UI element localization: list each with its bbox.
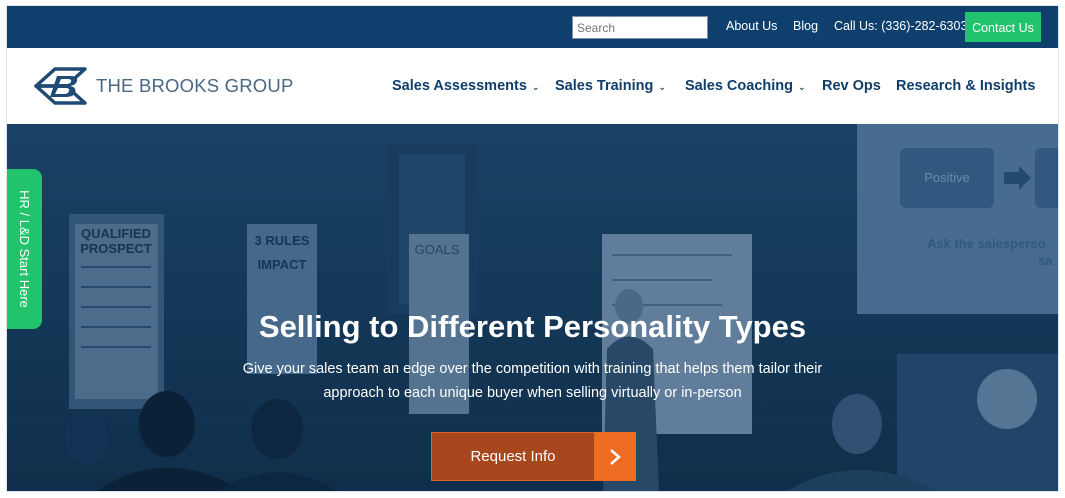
nav-sales-assessments[interactable]: Sales Assessments ⌄ [392, 77, 539, 95]
nav-sales-training[interactable]: Sales Training ⌄ [555, 77, 666, 95]
top-utility-bar: About Us Blog Call Us: (336)-282-6303 Co… [7, 6, 1058, 48]
nav-rev-ops[interactable]: Rev Ops [822, 77, 881, 95]
search-input[interactable] [571, 15, 709, 40]
nav-label: Rev Ops [822, 78, 881, 94]
nav-label: Sales Assessments [392, 78, 527, 94]
nav-label: Sales Coaching [685, 78, 793, 94]
main-navigation: THE BROOKS GROUP Sales Assessments ⌄ Sal… [7, 48, 1058, 124]
hero-title: Selling to Different Personality Types [258, 309, 807, 344]
nav-label: Sales Training [555, 78, 654, 94]
nav-research-insights[interactable]: Research & Insights [896, 77, 1035, 95]
hero-banner: QUALIFIED PROSPECT 3 RULES IMPACT GOALS … [7, 124, 1058, 491]
side-tab-label: HR / L&D Start Here [17, 190, 32, 308]
nav-label: Research & Insights [896, 78, 1036, 94]
contact-us-button[interactable]: Contact Us [965, 12, 1041, 42]
blog-link[interactable]: Blog [793, 18, 818, 34]
chevron-down-icon: ⌄ [797, 82, 806, 92]
hero-subtitle: Give your sales team an edge over the co… [7, 357, 1058, 405]
about-us-link[interactable]: About Us [726, 18, 777, 34]
hero-subtitle-line-2: approach to each unique buyer when selli… [323, 385, 742, 401]
chevron-down-icon: ⌄ [531, 82, 540, 92]
brooks-b-logo-icon [34, 67, 87, 105]
brand-name: THE BROOKS GROUP [96, 75, 294, 96]
nav-sales-coaching[interactable]: Sales Coaching ⌄ [685, 77, 806, 95]
chevron-right-icon [594, 432, 636, 481]
chevron-down-icon: ⌄ [658, 82, 666, 92]
hero-subtitle-line-1: Give your sales team an edge over the co… [242, 361, 823, 377]
request-info-button[interactable]: Request Info [431, 432, 636, 481]
request-info-label: Request Info [431, 432, 594, 481]
page-frame: About Us Blog Call Us: (336)-282-6303 Co… [7, 6, 1058, 491]
hr-ld-start-here-tab[interactable]: HR / L&D Start Here [7, 169, 42, 329]
brand-logo[interactable]: THE BROOKS GROUP [33, 66, 293, 106]
phone-link[interactable]: Call Us: (336)-282-6303 [834, 18, 967, 34]
